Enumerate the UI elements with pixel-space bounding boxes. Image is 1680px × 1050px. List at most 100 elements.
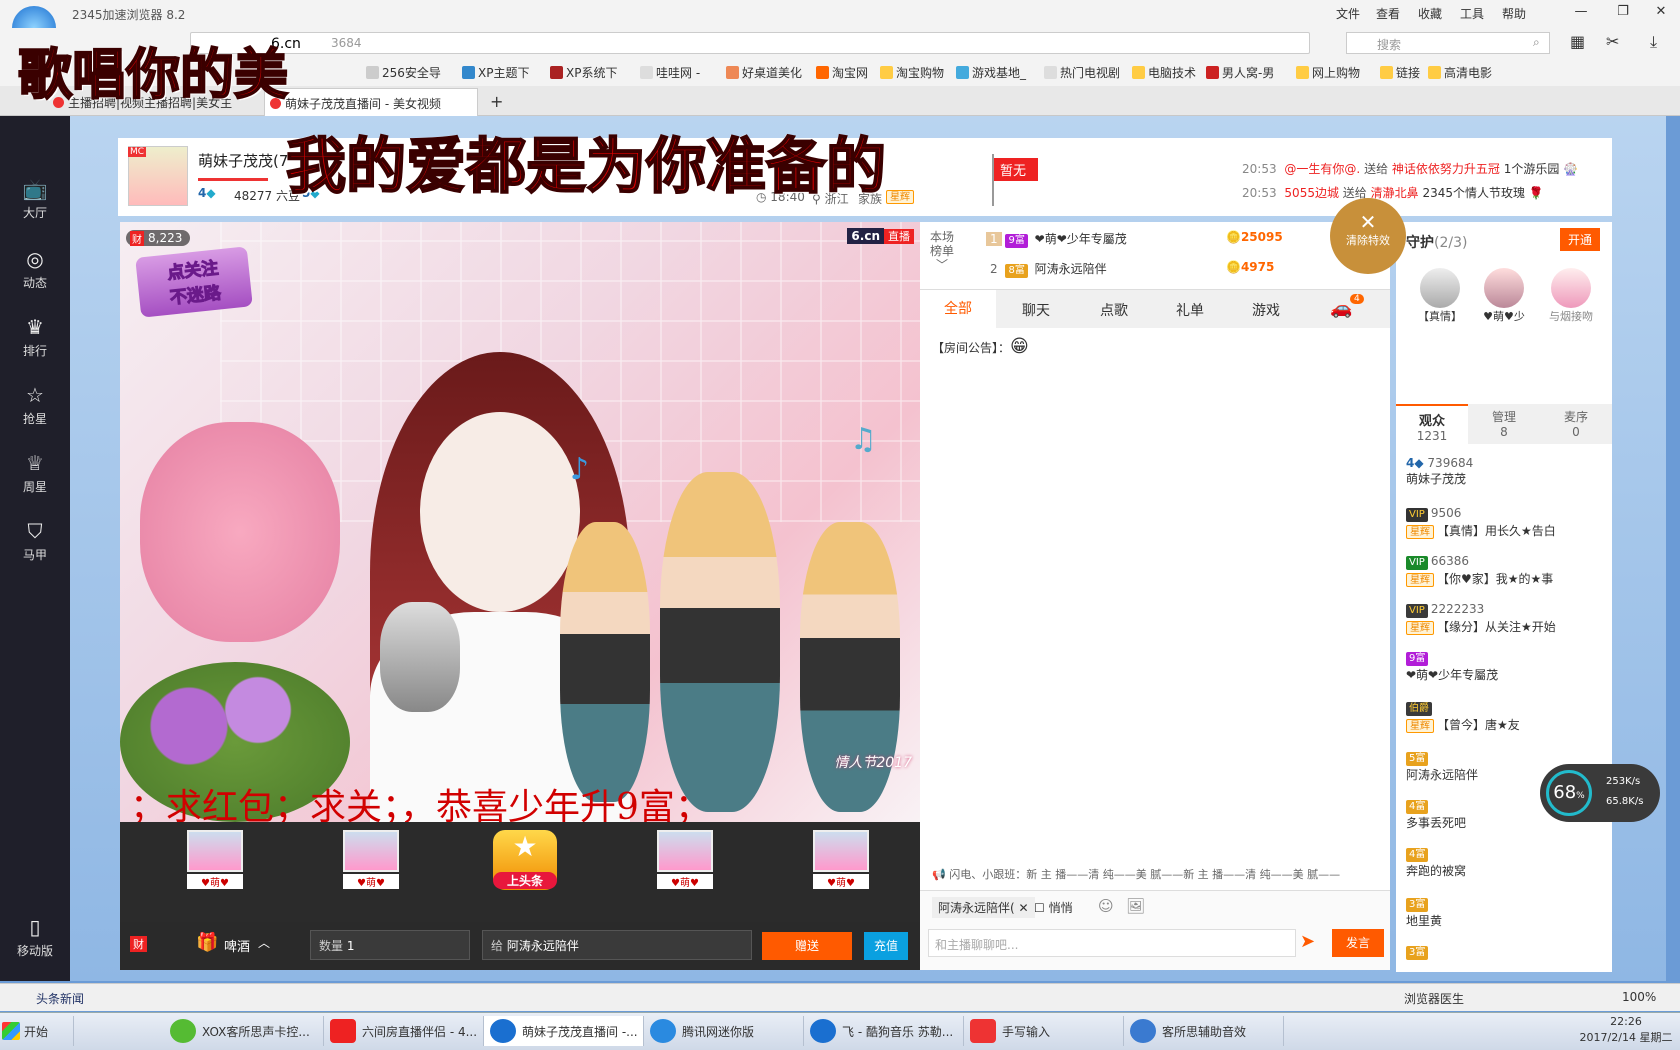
ranking-row[interactable]: 1 9富 ❤萌❤少年专屬茂 🪙25095 [986,230,1376,248]
send-gift-button[interactable]: 赠送 [762,932,852,960]
menu-view[interactable]: 查看 [1376,5,1400,22]
bookmark[interactable]: 淘宝购物 [880,64,944,81]
menu-file[interactable]: 文件 [1336,5,1360,22]
gift-slot[interactable]: ♥萌♥ [630,830,740,910]
tab-chat[interactable]: 聊天 [1022,300,1050,320]
bookmark[interactable]: 电脑技术 [1132,64,1196,81]
browser-doctor[interactable]: 浏览器医生 [1404,990,1464,1007]
nav-feed[interactable]: ◎ 动态 [0,248,70,291]
recharge-button[interactable]: 充值 [864,932,908,960]
bookmark[interactable]: 网上购物 [1296,64,1360,81]
emoji-icon[interactable]: ☺ [1098,897,1114,915]
chat-input[interactable]: 和主播聊聊吧... [928,929,1296,957]
list-item[interactable]: 4富 多事丢死吧 [1406,798,1466,831]
ranking-row[interactable]: 2 8富 阿涛永远陪伴 🪙4975 [986,260,1376,278]
tab-audience[interactable]: 观众 1231 [1396,404,1468,444]
close-icon[interactable]: ✕ [1650,4,1672,24]
car-icon[interactable]: 🚗 [1330,298,1352,319]
quantity-field[interactable]: 数量 1 [310,930,470,960]
bookmark[interactable]: 游戏基地_ [956,64,1026,81]
list-item[interactable]: VIP 9506 星辉 【真情】用长久★告白 [1406,506,1556,539]
start-button[interactable]: 开始 [0,1016,74,1046]
taskbar-item[interactable]: 手写输入 [964,1016,1124,1046]
nav-star[interactable]: ☆ 抢星 [0,384,70,427]
gift-slot[interactable]: ♥萌♥ [316,830,426,910]
guard-member[interactable]: ♥萌♥少 [1476,268,1532,324]
follow-sticker[interactable]: 点关注 不迷路 [135,246,253,318]
download-icon[interactable]: ⤓ [1650,32,1657,52]
nav-mobile[interactable]: ▯ 移动版 [0,916,70,959]
taskbar-item[interactable]: XOX客所思声卡控... [164,1016,324,1046]
guard-member[interactable]: 【真情】 [1412,268,1468,324]
open-guard-button[interactable]: 开通 [1560,228,1601,251]
new-tab-button[interactable]: + [490,92,503,111]
taskbar-item[interactable]: 客所思辅助音效 [1124,1016,1284,1046]
list-item[interactable]: 3富 [1406,944,1431,960]
nav-ranking[interactable]: ♛ 排行 [0,316,70,359]
list-item[interactable]: 3富 地里黄 [1406,896,1442,929]
tab-song[interactable]: 点歌 [1100,300,1128,320]
clock[interactable]: 22:26 2017/2/14 星期二 [1574,1014,1678,1046]
tab-all[interactable]: 全部 [920,290,996,328]
send-message-button[interactable]: 发言 [1332,929,1384,957]
list-item[interactable]: 4◆ 739684 萌妹子茂茂 [1406,456,1473,487]
nav-hall[interactable]: 📺 大厅 [0,178,70,221]
tab-live-room[interactable]: 萌妹子茂茂直播间 - 美女视频 [264,88,478,116]
bookmark[interactable]: 男人窝-男 [1206,64,1274,81]
search-input[interactable]: 搜索 [1377,36,1401,53]
nav-weekly[interactable]: ♕ 周星 [0,452,70,495]
bookmark[interactable]: 哇哇网 - [640,64,700,81]
gift-slot[interactable]: ♥萌♥ [786,830,896,910]
family-badge[interactable]: 星辉 [886,190,914,204]
menu-favorites[interactable]: 收藏 [1418,5,1442,22]
image-icon[interactable]: 🖼 [1126,897,1145,915]
tab-managers[interactable]: 管理 8 [1468,404,1540,444]
scissors-icon[interactable]: ✂ [1606,32,1619,51]
bookmark[interactable]: 链接 [1380,64,1420,81]
whisper-checkbox[interactable]: ☐ 悄悄 [1034,899,1073,916]
news-link[interactable]: 头条新闻 [36,990,84,1007]
bookmark[interactable]: 淘宝网 [816,64,868,81]
search-box[interactable]: 搜索 ⌕ [1346,32,1550,54]
send-icon[interactable]: ➤ [1300,931,1315,952]
list-item[interactable]: 9富 ❤萌❤少年专屬茂 [1406,650,1498,683]
tab-gift-list[interactable]: 礼单 [1176,300,1204,320]
network-widget[interactable]: 68% 253K/s 65.8K/s [1540,764,1660,822]
minimize-icon[interactable]: — [1570,4,1592,24]
list-item[interactable]: VIP 2222233 星辉 【缘分】从关注★开始 [1406,602,1556,635]
ranking-label[interactable]: 本场 榜单 ﹀ [930,230,954,272]
taskbar-item[interactable]: 飞 - 酷狗音乐 苏勒... [804,1016,964,1046]
gift-name[interactable]: 啤酒 [224,936,250,955]
headline-gift[interactable]: ★ 上头条 [470,830,580,910]
list-item[interactable]: 5富 阿涛永远陪伴 [1406,750,1478,783]
address-bar[interactable]: 6.cn 3684 [190,32,1310,54]
zoom-level[interactable]: 100% [1622,990,1656,1004]
chevron-up-icon[interactable]: ︿ [258,934,270,951]
list-item[interactable]: VIP 66386 星辉 【你♥家】我★的★事 [1406,554,1553,587]
bookmark[interactable]: 好桌道美化 [726,64,802,81]
bookmark[interactable]: 256安全导 [366,64,441,81]
chat-recipient[interactable]: 阿涛永远陪伴( ✕ [932,897,1035,918]
list-item[interactable]: 伯爵 星辉 【曾今】唐★友 [1406,700,1520,733]
search-icon[interactable]: ⌕ [1533,35,1540,50]
bookmark[interactable]: 热门电视剧 [1044,64,1120,81]
gift-slot[interactable]: ♥萌♥ [160,830,270,910]
clear-effects-button[interactable]: ✕ 清除特效 [1330,198,1406,274]
taskbar-item[interactable]: 六间房直播伴侣 - 4... [324,1016,484,1046]
list-item[interactable]: 4富 奔跑的被窝 [1406,846,1466,879]
nav-vest[interactable]: ⛉ 马甲 [0,520,70,563]
anchor-name[interactable]: 萌妹子茂茂(7 [198,150,288,171]
bookmark[interactable]: XP主题下 [462,64,529,81]
maximize-icon[interactable]: ❐ [1612,4,1634,24]
bookmark[interactable]: 高清电影 [1428,64,1492,81]
menu-help[interactable]: 帮助 [1502,5,1526,22]
grid-icon[interactable]: ▦ [1570,32,1585,51]
bookmark[interactable]: XP系统下 [550,64,617,81]
taskbar-item[interactable]: 腾讯网迷你版 [644,1016,804,1046]
menu-tools[interactable]: 工具 [1460,5,1484,22]
recipient-field[interactable]: 给 阿涛永远陪伴 [482,930,752,960]
taskbar-item-active[interactable]: 萌妹子茂茂直播间 -... [484,1016,644,1046]
guard-member[interactable]: 与烟接吻 [1540,268,1602,324]
tab-games[interactable]: 游戏 [1252,300,1280,320]
video-stream[interactable]: ♪ ♫ 财 8,223 6.cn 直播 点关注 不迷路 情人节2017 ；求红包；求… [120,222,920,822]
